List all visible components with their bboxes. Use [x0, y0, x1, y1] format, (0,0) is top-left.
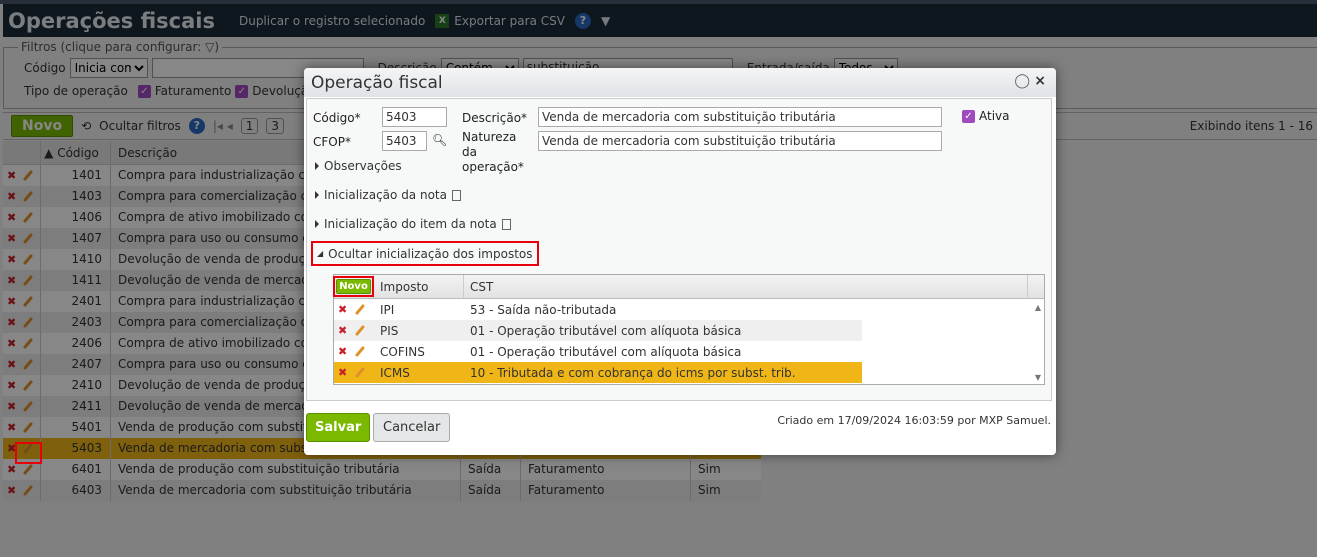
- imposto-cell: IPI: [380, 302, 395, 317]
- dialog-titlebar: Operação fiscal ◯ ×: [304, 68, 1056, 97]
- tax-grid-body: ✖ IPI 53 - Saída não-tributada ✖ PIS 01 - Ope…: [334, 299, 1044, 383]
- edit-icon[interactable]: [355, 303, 366, 316]
- tax-row[interactable]: ✖ IPI 53 - Saída não-tributada: [334, 299, 862, 320]
- inicializacao-item-section[interactable]: Inicialização do item da nota: [315, 217, 511, 231]
- imposto-cell: ICMS: [380, 365, 410, 380]
- operacao-fiscal-dialog: Operação fiscal ◯ × Código* 5403 CFOP* 5…: [304, 68, 1056, 455]
- ativa-check-icon: ✓: [962, 110, 975, 123]
- observacoes-section[interactable]: Observações: [315, 159, 402, 173]
- imposto-column-header[interactable]: Imposto: [374, 275, 464, 298]
- close-icon[interactable]: ×: [1034, 73, 1046, 89]
- natureza-field[interactable]: Venda de mercadoria com substituição tri…: [538, 131, 942, 151]
- comment-icon[interactable]: ◯: [1014, 73, 1030, 89]
- tax-row[interactable]: ✖ ICMS 10 - Tributada e com cobrança do ic…: [334, 362, 862, 383]
- section-label: Ocultar inicialização dos impostos: [328, 246, 533, 261]
- scroll-down-icon[interactable]: ▼: [1035, 373, 1041, 382]
- row-actions: ✖: [334, 366, 374, 379]
- row-actions: ✖: [334, 345, 374, 358]
- cst-cell: 10 - Tributada e com cobrança do icms po…: [470, 365, 796, 380]
- delete-icon[interactable]: ✖: [338, 345, 347, 358]
- delete-icon[interactable]: ✖: [338, 366, 347, 379]
- dialog-title: Operação fiscal: [311, 73, 443, 93]
- cfop-field[interactable]: 5403: [382, 131, 427, 151]
- cst-cell: 01 - Operação tributável com alíquota bá…: [470, 344, 742, 359]
- edit-icon[interactable]: [355, 345, 366, 358]
- expand-icon: [315, 191, 319, 199]
- imposto-cell: COFINS: [380, 344, 425, 359]
- new-tax-button[interactable]: Novo: [336, 279, 371, 294]
- codigo-label: Código*: [313, 111, 361, 125]
- descricao-field[interactable]: Venda de mercadoria com substituição tri…: [538, 107, 942, 127]
- ativa-label: Ativa: [979, 109, 1010, 123]
- section-label: Observações: [324, 159, 402, 173]
- inicializacao-nota-section[interactable]: Inicialização da nota: [315, 188, 461, 202]
- cst-cell: 01 - Operação tributável com alíquota bá…: [470, 323, 742, 338]
- tax-row[interactable]: ✖ PIS 01 - Operação tributável com alíquot…: [334, 320, 862, 341]
- cancel-button[interactable]: Cancelar: [373, 413, 451, 442]
- tax-row[interactable]: ✖ COFINS 01 - Operação tributável com alíq…: [334, 341, 862, 362]
- impostos-section-toggle[interactable]: ◢ Ocultar inicialização dos impostos: [311, 241, 539, 266]
- document-icon: [501, 218, 511, 230]
- imposto-cell: PIS: [380, 323, 399, 338]
- created-info: Criado em 17/09/2024 16:03:59 por MXP Sa…: [777, 414, 1051, 427]
- delete-icon[interactable]: ✖: [338, 303, 347, 316]
- save-button[interactable]: Salvar: [306, 413, 371, 442]
- tax-grid-header: Novo Imposto CST: [333, 275, 1044, 299]
- section-label: Inicialização da nota: [324, 188, 447, 202]
- tax-grid: Novo Imposto CST ✖ IPI 53 - Saída não-trib…: [333, 274, 1045, 385]
- cst-cell: 53 - Saída não-tributada: [470, 302, 617, 317]
- edit-icon[interactable]: [355, 324, 366, 337]
- natureza-label: Natureza da operação*: [462, 130, 524, 174]
- collapse-icon: ◢: [317, 249, 324, 258]
- delete-icon[interactable]: ✖: [338, 324, 347, 337]
- cfop-label: CFOP*: [313, 135, 351, 149]
- scroll-up-icon[interactable]: ▲: [1035, 303, 1041, 312]
- cst-column-header[interactable]: CST: [464, 275, 1028, 298]
- section-label: Inicialização do item da nota: [324, 217, 497, 231]
- expand-icon: [315, 220, 319, 228]
- ativa-checkbox[interactable]: ✓ Ativa: [962, 109, 1010, 124]
- expand-icon: [315, 162, 319, 170]
- codigo-field[interactable]: 5403: [382, 107, 447, 127]
- new-tax-highlight: Novo: [333, 276, 374, 297]
- row-actions: ✖: [334, 303, 374, 316]
- row-actions: ✖: [334, 324, 374, 337]
- descricao-label: Descrição*: [462, 111, 528, 125]
- search-icon[interactable]: 🔍︎: [432, 133, 447, 148]
- highlight-edit-icon: [15, 442, 42, 464]
- document-icon: [451, 189, 461, 201]
- edit-icon[interactable]: [355, 366, 366, 379]
- dialog-body: Código* 5403 CFOP* 5403 🔍︎ Descrição* Ve…: [306, 98, 1052, 401]
